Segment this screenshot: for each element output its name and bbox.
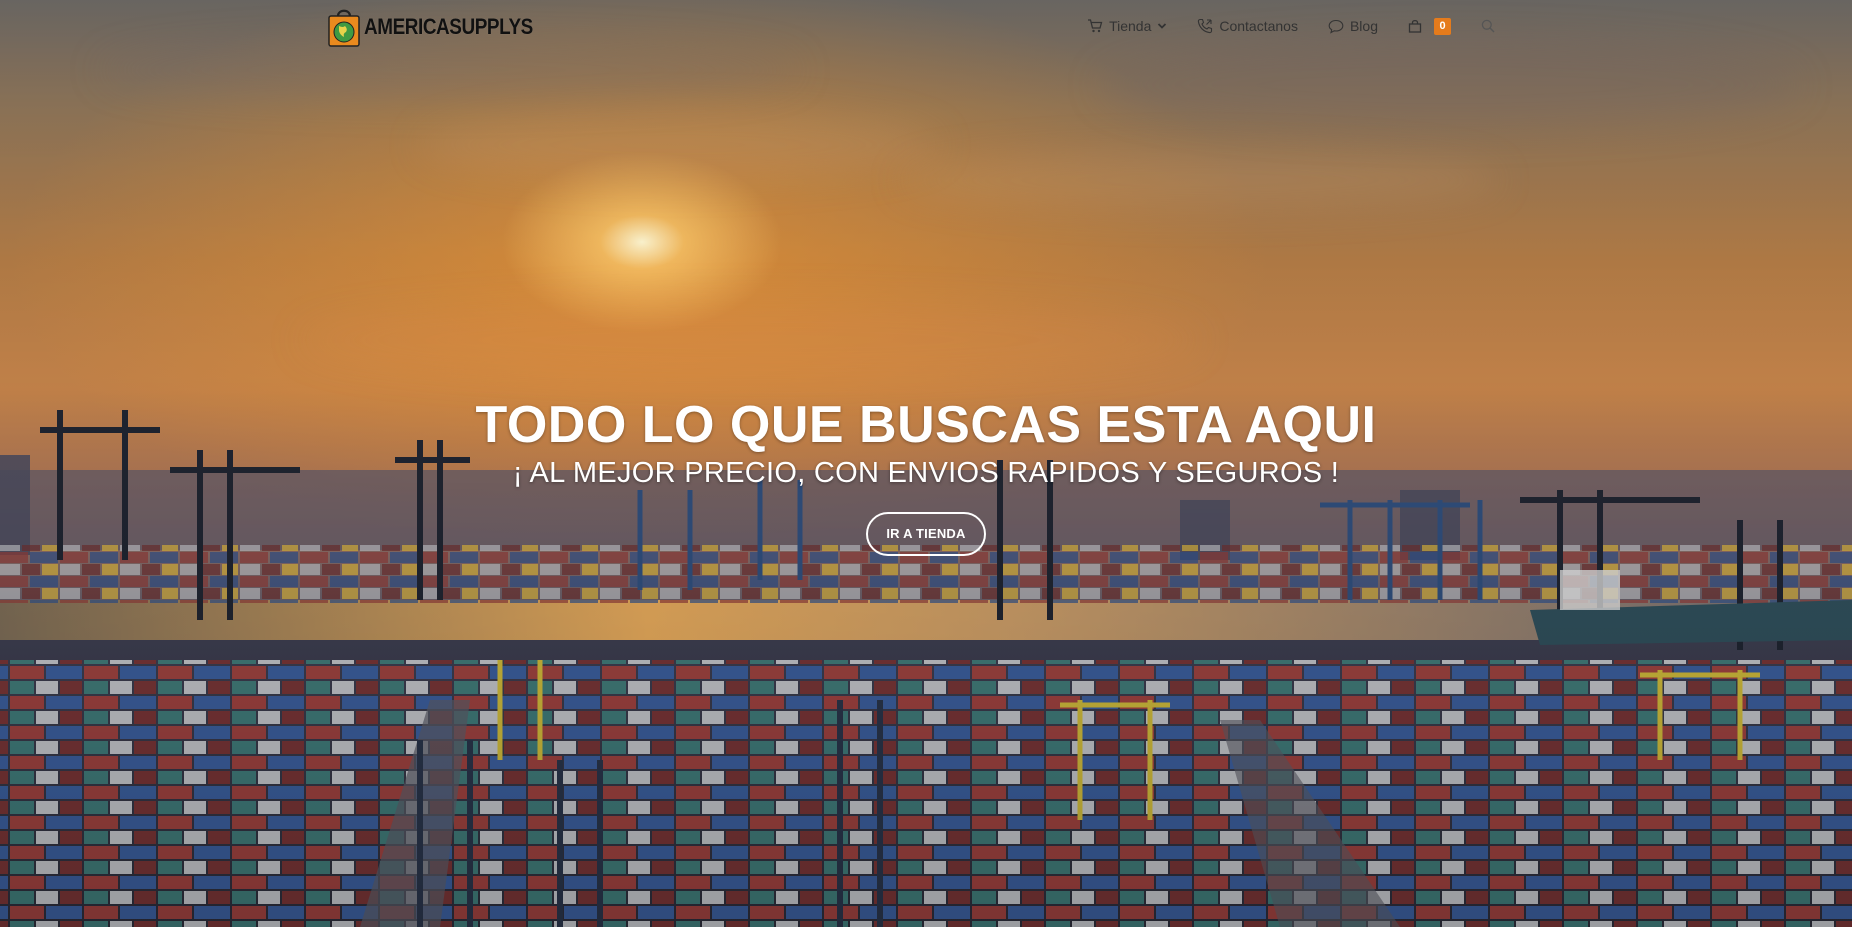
chevron-down-icon [1158, 23, 1167, 29]
cart-count-badge: 0 [1434, 17, 1451, 35]
nav-item-tienda[interactable]: Tienda [1072, 0, 1182, 52]
nav-item-label: Blog [1349, 18, 1378, 34]
hero-title: TODO LO QUE BUSCAS ESTA AQUI [475, 396, 1377, 454]
nav-item-label: Contactanos [1219, 18, 1298, 34]
nav-item-contactanos[interactable]: Contactanos [1182, 0, 1313, 52]
main-navigation: Tienda Contactanos Blog 0 [1072, 0, 1516, 52]
shopping-bag-globe-icon [328, 7, 360, 47]
hero-section: TODO LO QUE BUSCAS ESTA AQUI ¡ AL MEJOR … [0, 395, 1852, 556]
nav-item-label: Tienda [1109, 18, 1152, 34]
cart-icon [1088, 19, 1103, 33]
hero-subtitle: ¡ AL MEJOR PRECIO, CON ENVIOS RAPIDOS Y … [512, 457, 1340, 489]
shopping-bag-icon [1408, 19, 1422, 33]
site-logo[interactable]: AMERICASUPPLYS [328, 5, 560, 49]
brand-name: AMERICASUPPLYS [364, 14, 533, 39]
chat-bubble-icon [1328, 19, 1344, 34]
phone-icon [1198, 18, 1213, 34]
search-icon [1481, 19, 1495, 33]
cart-button[interactable]: 0 [1393, 0, 1466, 52]
search-button[interactable] [1466, 0, 1516, 52]
nav-item-blog[interactable]: Blog [1313, 0, 1393, 52]
site-header: AMERICASUPPLYS Tienda Contactanos Blog 0 [0, 0, 1852, 52]
go-to-store-button[interactable]: IR A TIENDA [866, 512, 986, 556]
